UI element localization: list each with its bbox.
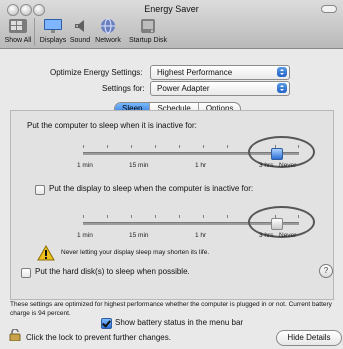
warning-icon [37, 245, 55, 261]
display-sleep-label: Put the display to sleep when the comput… [49, 184, 254, 193]
toolbar-show-all-label: Show All [4, 37, 32, 44]
toolbar-displays[interactable]: Displays [38, 17, 68, 44]
toolbar-startup-disk-label: Startup Disk [128, 37, 168, 44]
optimize-label: Optimize Energy Settings: [50, 68, 143, 77]
toolbar-sound-label: Sound [69, 37, 91, 44]
scale-never: Never [279, 232, 297, 239]
toolbar-toggle-button[interactable] [321, 5, 337, 13]
main-content: Optimize Energy Settings: Highest Perfor… [0, 49, 343, 349]
window-title: Energy Saver [144, 4, 199, 14]
info-text: These settings are optimized for highest… [10, 301, 332, 317]
toolbar-show-all[interactable]: Show All [3, 17, 33, 44]
lock-text: Click the lock to prevent further change… [26, 333, 171, 342]
display-sleep-checkbox[interactable] [35, 185, 45, 195]
startup-disk-icon [141, 19, 155, 33]
settings-for-popup[interactable]: Power Adapter [150, 81, 290, 96]
toolbar-separator [34, 18, 35, 46]
toolbar-startup-disk[interactable]: Startup Disk [126, 17, 170, 44]
computer-sleep-label: Put the computer to sleep when it is ina… [27, 121, 197, 130]
scale-15min: 15 min [129, 162, 149, 169]
energy-saver-window: Energy Saver Show All Displays Sound Net… [0, 0, 343, 349]
sleep-settings-panel: Put the computer to sleep when it is ina… [10, 110, 334, 300]
scale-never: Never [279, 162, 297, 169]
scale-1hr: 1 hr [195, 162, 207, 169]
optimize-popup[interactable]: Highest Performance [150, 65, 290, 80]
help-button[interactable]: ? [319, 264, 333, 278]
settings-for-label: Settings for: [102, 84, 145, 93]
optimize-value: Highest Performance [157, 68, 233, 77]
battery-status-checkbox[interactable] [101, 318, 112, 329]
toolbar-displays-label: Displays [39, 37, 67, 44]
hide-details-button[interactable]: Hide Details [276, 330, 342, 346]
title-bar: Energy Saver Show All Displays Sound Net… [0, 0, 343, 49]
battery-status-label: Show battery status in the menu bar [115, 318, 244, 327]
toolbar-sound[interactable]: Sound [68, 17, 92, 44]
toolbar-network[interactable]: Network [93, 17, 123, 44]
scale-1hr: 1 hr [195, 232, 207, 239]
network-icon [101, 18, 115, 34]
warning-text: Never letting your display sleep may sho… [61, 249, 210, 256]
sound-icon [75, 20, 84, 32]
scale-1min: 1 min [77, 162, 93, 169]
hard-disk-sleep-label: Put the hard disk(s) to sleep when possi… [35, 267, 190, 276]
scale-3hrs: 3 hrs [259, 232, 274, 239]
toolbar-network-label: Network [95, 37, 121, 44]
scale-3hrs: 3 hrs [259, 162, 274, 169]
popup-arrows-icon [277, 83, 287, 93]
popup-arrows-icon [277, 67, 287, 77]
settings-for-value: Power Adapter [157, 84, 210, 93]
hard-disk-sleep-checkbox[interactable] [21, 268, 31, 278]
lock-icon[interactable] [8, 329, 22, 341]
scale-1min: 1 min [77, 232, 93, 239]
show-all-icon [9, 19, 27, 33]
displays-icon [44, 19, 62, 33]
scale-15min: 15 min [129, 232, 149, 239]
